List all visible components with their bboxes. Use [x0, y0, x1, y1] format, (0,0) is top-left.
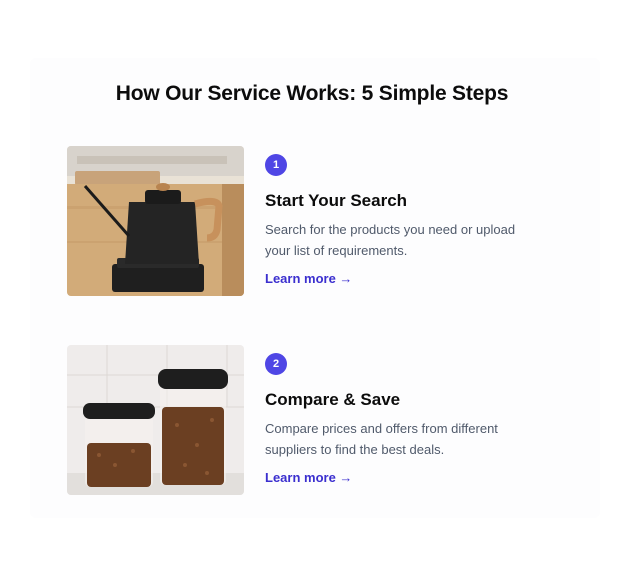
learn-more-link[interactable]: Learn more → [265, 470, 352, 485]
step-number-badge: 2 [265, 353, 287, 375]
learn-more-link[interactable]: Learn more → [265, 271, 352, 286]
section-title: How Our Service Works: 5 Simple Steps [115, 82, 509, 105]
step-description: Search for the products you need or uplo… [265, 222, 516, 258]
step-number-badge: 1 [265, 154, 287, 176]
step-image-coffee-jars [67, 345, 244, 495]
step-image-kettle [67, 146, 244, 296]
step-card: 1 Start Your Search Search for the produ… [67, 146, 567, 296]
step-description: Compare prices and offers from different… [265, 421, 498, 457]
step-card: 2 Compare & Save Compare prices and offe… [67, 345, 567, 495]
step-title: Start Your Search [265, 191, 408, 210]
step-title: Compare & Save [265, 390, 401, 409]
